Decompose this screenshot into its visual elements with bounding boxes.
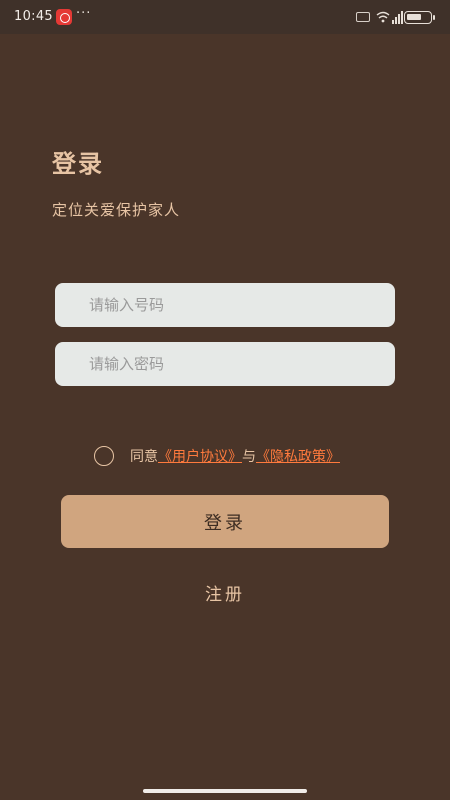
status-time: 10:45 [14,9,53,24]
app-notification-icon [56,9,72,25]
login-button[interactable]: 登录 [61,495,389,548]
user-agreement-link[interactable]: 《用户协议》 [158,446,242,466]
agree-prefix: 同意 [130,449,158,465]
agree-checkbox[interactable] [94,446,114,466]
page-subtitle: 定位关爱保护家人 [52,201,181,219]
password-input[interactable] [55,342,395,386]
wifi-icon [376,11,390,23]
status-bar: 10:45 ··· [0,0,450,34]
hd-icon [356,12,370,22]
agree-joiner: 与 [242,449,256,465]
signal-icon [392,10,404,24]
login-screen: 10:45 ··· 登录 定位关爱保护家人 同意 《用户协议》 与 《隐私政策》… [0,0,450,800]
home-indicator[interactable] [143,789,307,793]
page-title: 登录 [52,150,104,178]
agreement-row: 同意 《用户协议》 与 《隐私政策》 [94,445,340,467]
phone-input[interactable] [55,283,395,327]
privacy-policy-link[interactable]: 《隐私政策》 [256,446,340,466]
battery-icon [404,11,435,24]
more-notifications-icon: ··· [76,6,92,21]
register-link[interactable]: 注册 [0,580,450,605]
